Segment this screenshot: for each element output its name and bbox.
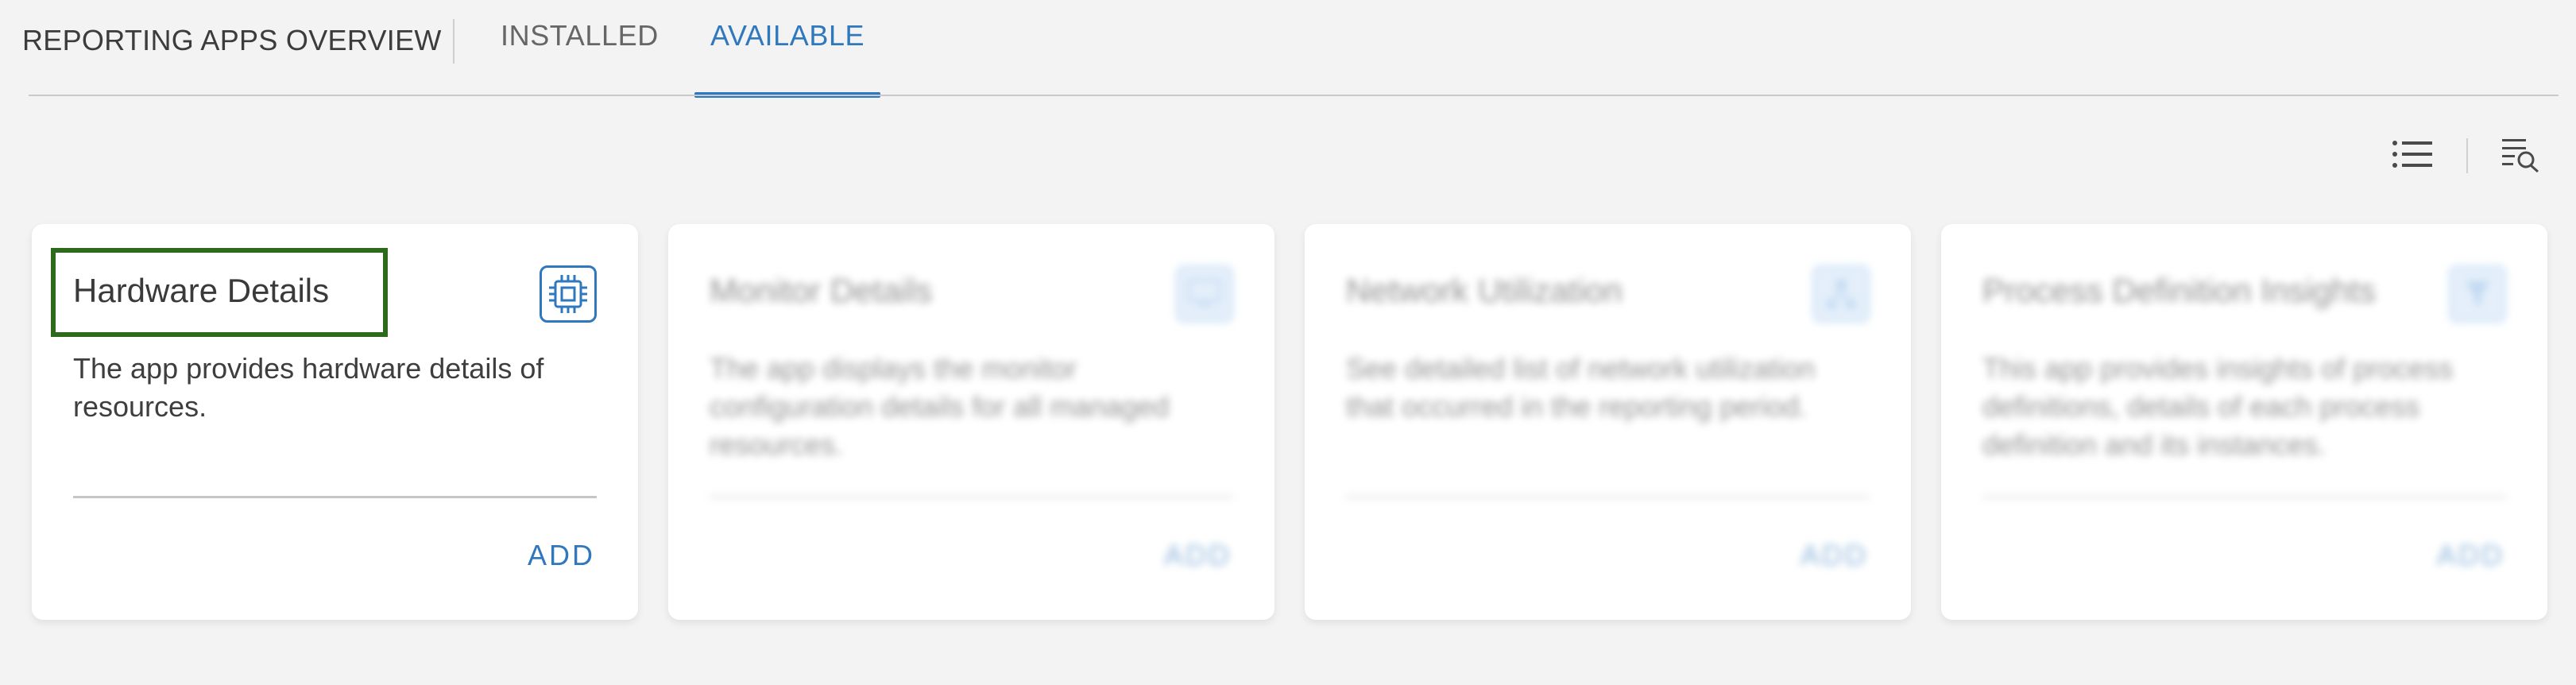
add-button[interactable]: ADD [2437, 539, 2504, 572]
view-toolbar [0, 99, 2576, 194]
card-description: See detailed list of network utilization… [1346, 352, 1816, 423]
app-card-monitor-details: Monitor Details The app displays the mon… [668, 224, 1274, 620]
add-button[interactable]: ADD [1164, 539, 1232, 572]
title-separator [453, 19, 454, 64]
monitor-icon [1176, 265, 1233, 323]
card-divider [710, 496, 1233, 498]
chip-icon [540, 265, 597, 323]
card-divider [1982, 496, 2506, 498]
network-icon [1812, 265, 1870, 323]
card-divider [1346, 496, 1870, 498]
app-card-process-definition-insights: Process Definition Insights This app pro… [1941, 224, 2547, 620]
tab-installed[interactable]: INSTALLED [501, 19, 659, 52]
page-title: REPORTING APPS OVERVIEW [22, 24, 442, 56]
card-description: The app displays the monitor configurati… [710, 352, 1170, 461]
search-filter-icon[interactable] [2497, 130, 2544, 178]
app-card-hardware-details: Hardware Details The app provides hardwa… [32, 224, 638, 620]
app-card-network-utilization: Network Utilization See detailed list of… [1305, 224, 1911, 620]
app-header: REPORTING APPS OVERVIEW INSTALLED AVAILA… [0, 0, 2576, 99]
list-view-icon[interactable] [2388, 130, 2436, 178]
app-card-grid: Hardware Details The app provides hardwa… [32, 224, 2547, 620]
toolbar-separator [2466, 138, 2468, 173]
card-title: Monitor Details [710, 272, 933, 309]
card-title: Network Utilization [1346, 272, 1623, 309]
tab-available[interactable]: AVAILABLE [710, 19, 864, 52]
card-title: Process Definition Insights [1982, 272, 2376, 309]
add-button[interactable]: ADD [528, 539, 595, 572]
header-divider [29, 95, 2559, 96]
card-description: The app provides hardware details of res… [73, 352, 544, 423]
process-icon [2449, 265, 2506, 323]
add-button[interactable]: ADD [1800, 539, 1868, 572]
card-divider [73, 496, 597, 498]
card-description: This app provides insights of process de… [1982, 352, 2454, 461]
card-title: Hardware Details [73, 272, 330, 309]
